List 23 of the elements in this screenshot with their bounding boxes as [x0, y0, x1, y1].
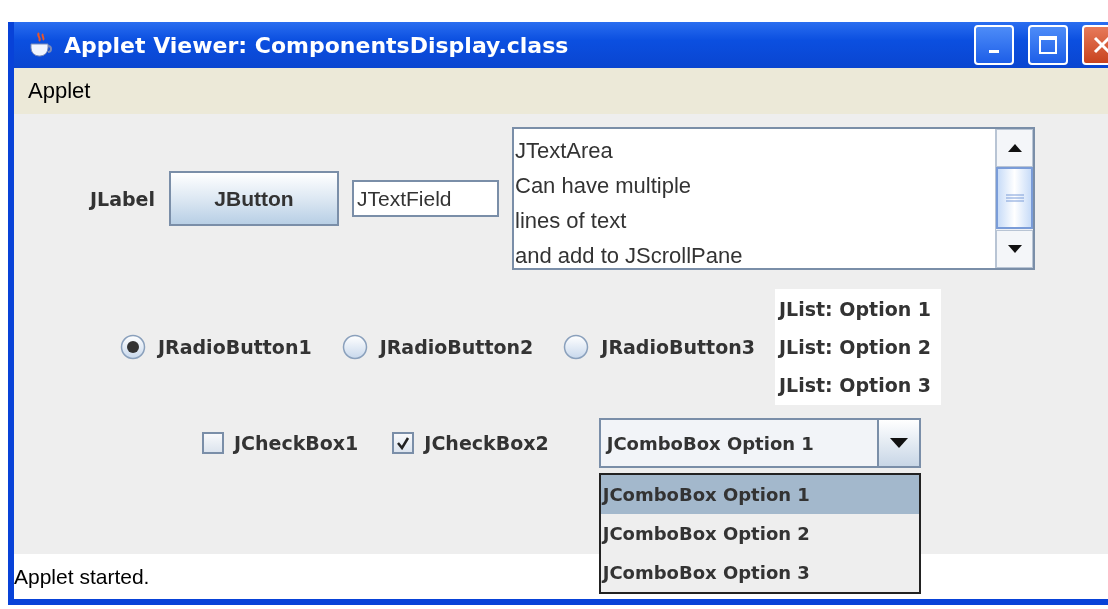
radio-label[interactable]: JRadioButton3 [601, 336, 755, 358]
text-line: JTextArea [515, 137, 614, 165]
text-field[interactable]: JTextField [352, 180, 499, 217]
dropdown-option[interactable]: JComboBox Option 3 [600, 553, 919, 592]
checkbox-label[interactable]: JCheckBox2 [424, 432, 549, 454]
text-line: lines of text [515, 207, 628, 235]
menu-item[interactable]: Applet [28, 78, 91, 104]
list-item[interactable]: JList: Option 1 [779, 290, 932, 328]
checkbox-label[interactable]: JCheckBox1 [234, 432, 359, 454]
dropdown-option[interactable]: JComboBox Option 2 [600, 514, 919, 553]
dropdown-option[interactable]: JComboBox Option 1 [600, 475, 919, 514]
text-line: and add to JScrollPane [515, 242, 744, 270]
list-item[interactable]: JList: Option 2 [779, 328, 932, 366]
label-text: JLabel [90, 187, 155, 210]
status-text: Applet started. [14, 564, 150, 589]
window-title: Applet Viewer: ComponentsDisplay.class [64, 32, 570, 58]
push-button[interactable]: JButton [169, 171, 339, 226]
radio-label[interactable]: JRadioButton2 [379, 336, 534, 358]
text-line: Can have multiple [515, 172, 693, 200]
list-item[interactable]: JList: Option 3 [779, 366, 932, 404]
combo-box[interactable]: JComboBox Option 1 [598, 418, 921, 468]
radio-label[interactable]: JRadioButton1 [158, 336, 312, 358]
text-area[interactable]: JTextArea Can have multiple lines of text and add to JScrollPane [512, 127, 1035, 270]
